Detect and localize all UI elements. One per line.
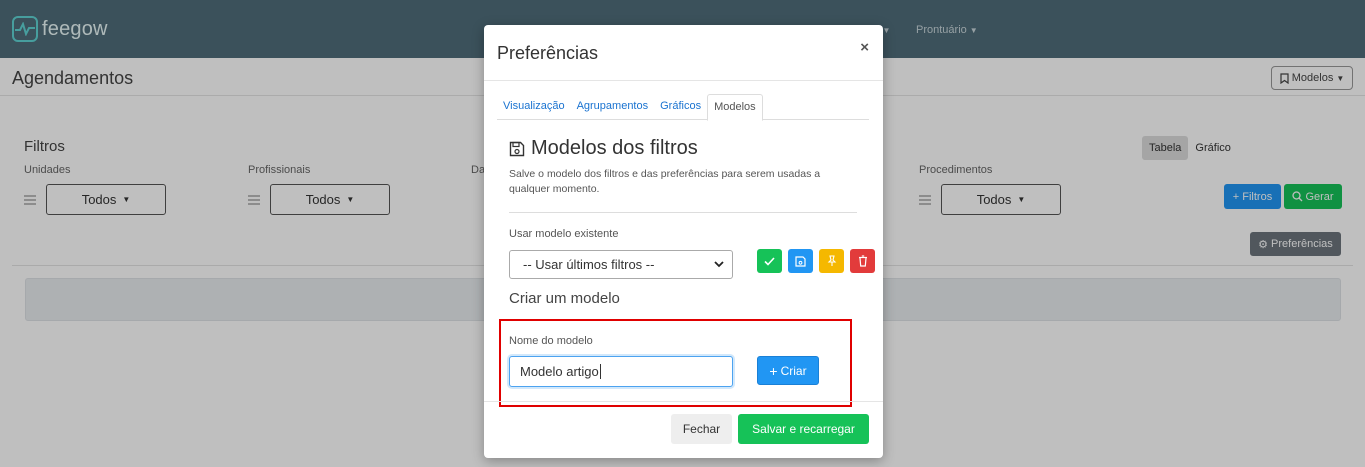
tab-graficos[interactable]: Gráficos [654,94,707,120]
section-title: Modelos dos filtros [509,137,698,160]
set-default-model-button[interactable] [819,249,844,273]
modal-header: Preferências × [484,25,883,81]
create-model-button[interactable]: + Criar [757,356,819,385]
model-name-label: Nome do modelo [509,335,593,347]
pin-icon [827,255,836,266]
tab-agrupamentos[interactable]: Agrupamentos [571,94,655,120]
close-button[interactable]: Fechar [671,414,732,444]
tab-visualizacao[interactable]: Visualização [497,94,571,120]
save-icon [795,255,806,267]
modal-tabs: Visualização Agrupamentos Gráficos Model… [497,94,869,121]
apply-model-button[interactable] [757,249,782,273]
tab-modelos[interactable]: Modelos [707,94,763,121]
save-and-reload-button[interactable]: Salvar e recarregar [738,414,869,444]
modal-footer-divider [484,401,883,402]
delete-model-button[interactable] [850,249,875,273]
save-model-button[interactable] [788,249,813,273]
model-name-value: Modelo artigo [520,364,599,379]
save-icon [509,141,525,156]
section-description: Salve o modelo dos filtros e das preferê… [509,168,821,195]
plus-icon: + [769,362,778,379]
text-cursor [599,364,601,379]
close-icon[interactable]: × [860,39,869,56]
preferences-modal: Preferências × Visualização Agrupamentos… [484,25,883,458]
use-existing-label: Usar modelo existente [509,228,619,240]
create-model-title: Criar um modelo [509,290,620,307]
model-select[interactable]: -- Usar últimos filtros -- [509,250,733,279]
create-button-label: Criar [780,363,807,378]
chevron-down-icon [714,261,724,268]
check-icon [764,256,775,266]
model-name-input[interactable]: Modelo artigo [509,356,733,387]
section-title-text: Modelos dos filtros [531,137,698,159]
trash-icon [858,255,867,267]
divider [509,212,857,213]
modal-title: Preferências [497,43,599,63]
select-value: -- Usar últimos filtros -- [523,257,655,272]
